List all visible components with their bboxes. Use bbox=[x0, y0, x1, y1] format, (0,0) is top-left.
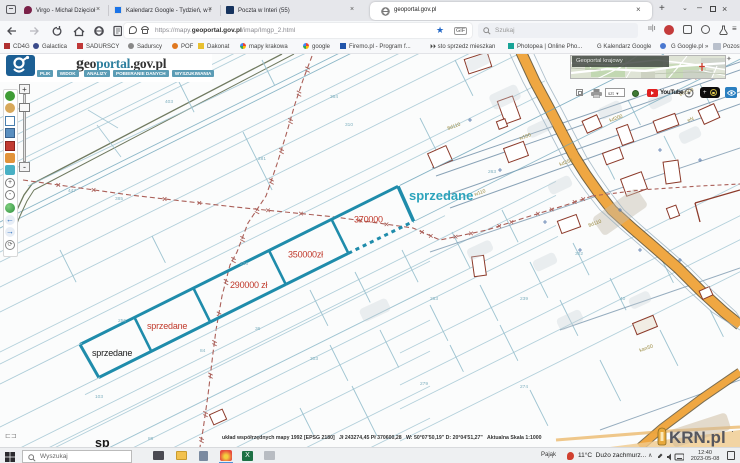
svg-text:403: 403 bbox=[165, 99, 173, 105]
svg-text:40: 40 bbox=[620, 296, 626, 302]
svg-text:KRN.pl: KRN.pl bbox=[669, 428, 726, 447]
svg-text:274: 274 bbox=[520, 384, 528, 390]
svg-text:364: 364 bbox=[330, 94, 338, 100]
svg-text:sprzedane: sprzedane bbox=[409, 188, 473, 203]
svg-text:303: 303 bbox=[310, 356, 318, 362]
svg-text:281: 281 bbox=[258, 156, 266, 162]
svg-text:239: 239 bbox=[520, 296, 528, 302]
svg-text:302: 302 bbox=[575, 251, 583, 257]
svg-text:sprzedane: sprzedane bbox=[147, 321, 187, 331]
svg-text:263: 263 bbox=[430, 296, 438, 302]
svg-text:370000: 370000 bbox=[354, 215, 383, 225]
svg-text:226: 226 bbox=[240, 261, 248, 267]
svg-text:290000 zł: 290000 zł bbox=[230, 280, 267, 290]
svg-text:385: 385 bbox=[115, 196, 123, 202]
svg-text:84: 84 bbox=[200, 348, 206, 354]
svg-text:279: 279 bbox=[420, 381, 428, 387]
svg-text:350000zł: 350000zł bbox=[288, 250, 323, 260]
svg-text:103: 103 bbox=[95, 394, 103, 400]
svg-text:86: 86 bbox=[148, 436, 154, 442]
svg-text:310: 310 bbox=[345, 122, 353, 128]
svg-text:36: 36 bbox=[255, 326, 261, 332]
svg-text:447: 447 bbox=[68, 188, 76, 194]
svg-text:263: 263 bbox=[488, 169, 496, 175]
svg-text:sprzedane: sprzedane bbox=[92, 348, 132, 358]
svg-text:·: · bbox=[731, 426, 734, 436]
svg-text:256: 256 bbox=[118, 318, 126, 324]
